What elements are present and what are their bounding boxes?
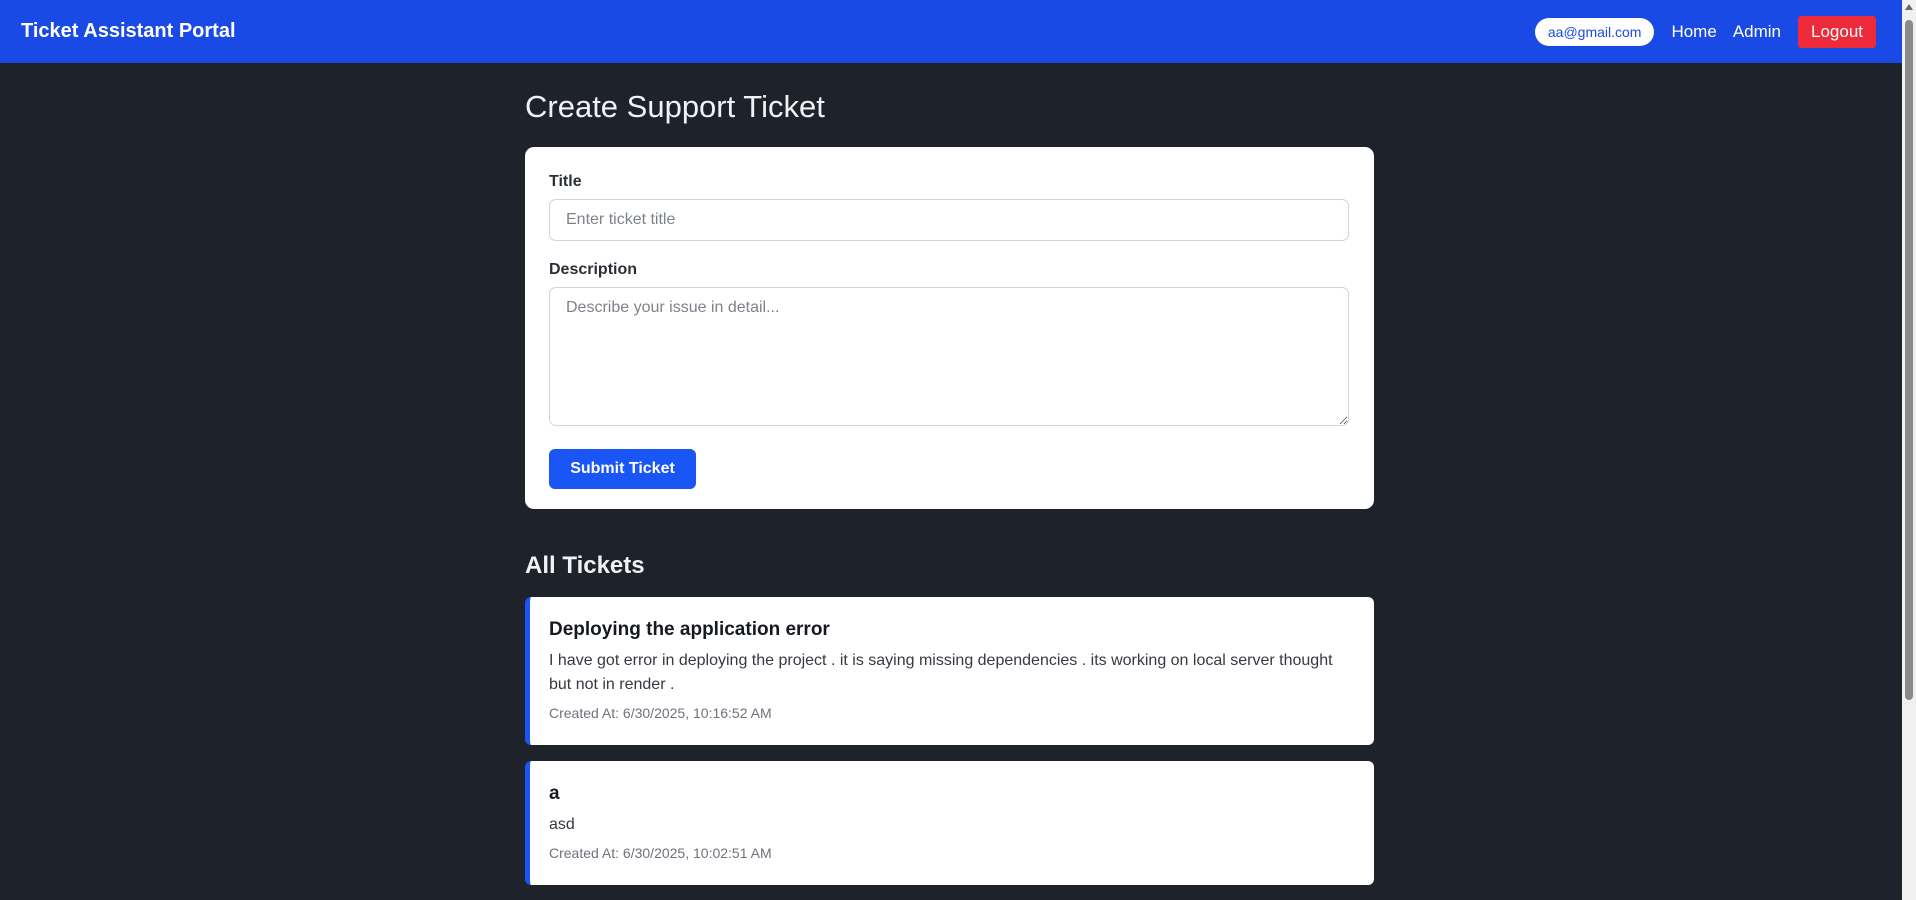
ticket-created-at: Created At: 6/30/2025, 10:16:52 AM	[549, 705, 772, 721]
ticket-title-input[interactable]	[549, 199, 1349, 241]
scroll-up-arrow-icon[interactable]	[1905, 4, 1913, 10]
ticket-card: a asd Created At: 6/30/2025, 10:02:51 AM	[525, 761, 1374, 885]
title-field-label: Title	[549, 173, 582, 190]
ticket-created-at: Created At: 6/30/2025, 10:02:51 AM	[549, 845, 772, 861]
nav-link-home[interactable]: Home	[1671, 22, 1716, 42]
ticket-description: asd	[549, 816, 575, 833]
create-ticket-form: Title Description Submit Ticket	[525, 147, 1374, 509]
all-tickets-heading: All Tickets	[525, 552, 645, 579]
ticket-card: Deploying the application error I have g…	[525, 597, 1374, 745]
scroll-thumb[interactable]	[1905, 20, 1913, 700]
ticket-title: a	[549, 783, 560, 804]
submit-ticket-button[interactable]: Submit Ticket	[549, 449, 696, 489]
ticket-description: I have got error in deploying the projec…	[549, 652, 1333, 693]
page-title: Create Support Ticket	[525, 89, 825, 124]
main-content: Create Support Ticket Title Description …	[525, 63, 1374, 885]
ticket-description-textarea[interactable]	[549, 287, 1349, 426]
brand-title: Ticket Assistant Portal	[21, 20, 236, 42]
nav-right-group: aa@gmail.com Home Admin Logout	[1534, 15, 1876, 48]
ticket-title: Deploying the application error	[549, 619, 830, 640]
nav-link-admin[interactable]: Admin	[1733, 22, 1781, 42]
logout-button[interactable]: Logout	[1798, 15, 1876, 48]
user-email-badge: aa@gmail.com	[1534, 17, 1655, 46]
description-field-label: Description	[549, 261, 638, 278]
page-scrollbar[interactable]	[1902, 0, 1916, 900]
top-navbar: Ticket Assistant Portal aa@gmail.com Hom…	[0, 0, 1902, 63]
